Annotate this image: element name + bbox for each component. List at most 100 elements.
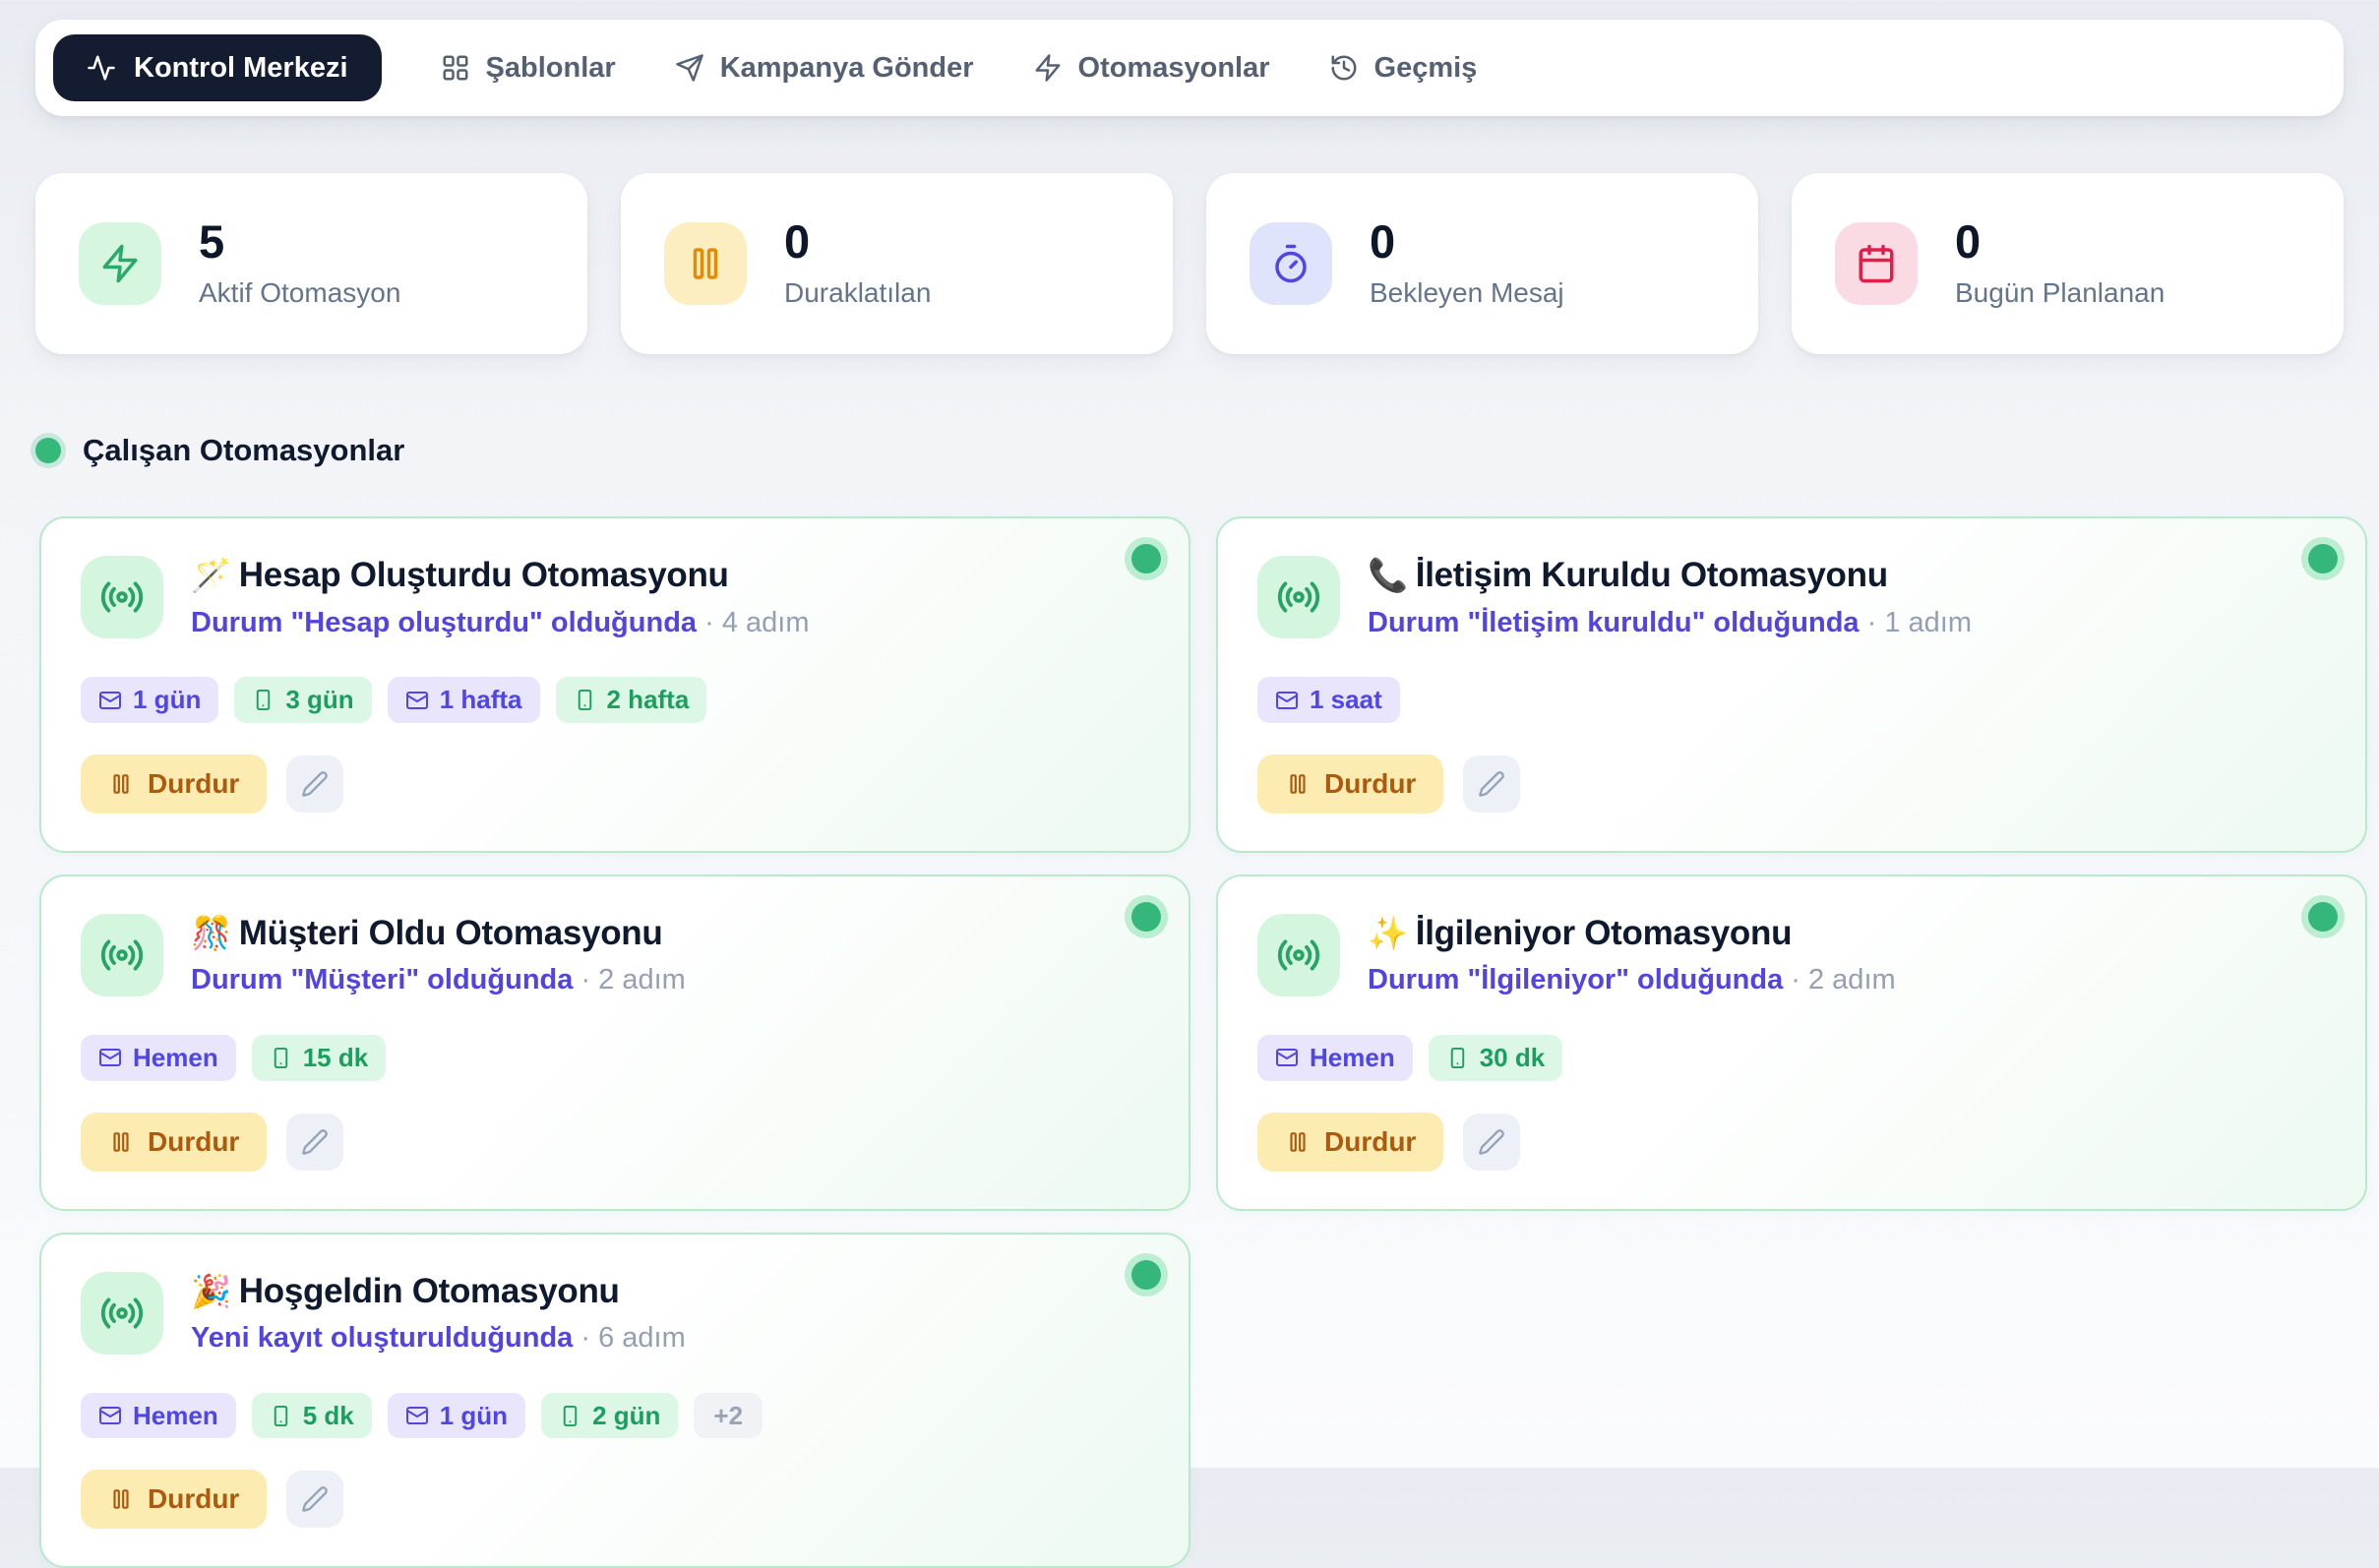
stat-value: 0 — [1370, 218, 1564, 266]
pause-icon — [1285, 1129, 1311, 1155]
badge-label: 30 dk — [1480, 1044, 1546, 1072]
mail-icon — [405, 689, 429, 712]
badge-label: 2 gün — [592, 1402, 660, 1430]
actions-row: Durdur — [81, 754, 1149, 814]
automation-emoji: ✨ — [1368, 915, 1408, 951]
automation-subtitle: Durum "İletişim kuruldu" olduğunda · 1 a… — [1368, 606, 1972, 640]
stat-label: Duraklatılan — [784, 277, 931, 309]
radio-icon-tile — [1257, 914, 1340, 996]
actions-row: Durdur — [1257, 754, 2326, 814]
radio-icon — [99, 574, 145, 620]
edit-button[interactable] — [1463, 1114, 1520, 1171]
more-badge: +2 — [694, 1393, 762, 1439]
edit-button[interactable] — [286, 1114, 343, 1171]
mail-icon — [98, 689, 122, 712]
stop-button[interactable]: Durdur — [1257, 1113, 1443, 1172]
edit-button[interactable] — [286, 755, 343, 813]
tab-gecmis[interactable]: Geçmiş — [1329, 52, 1478, 85]
pencil-icon — [1478, 1128, 1505, 1156]
stop-button[interactable]: Durdur — [1257, 754, 1443, 814]
running-automations-header: Çalışan Otomasyonlar — [35, 407, 2344, 493]
steps-text: · 1 adım — [1867, 607, 1972, 638]
mail-badge: 1 gün — [388, 1393, 525, 1439]
automation-emoji: 🎉 — [191, 1273, 231, 1309]
actions-row: Durdur — [81, 1470, 1149, 1529]
grid-icon — [441, 53, 470, 83]
trigger-text: Durum "Müşteri" olduğunda — [191, 964, 573, 995]
edit-button[interactable] — [286, 1471, 343, 1528]
timer-icon — [1270, 243, 1312, 284]
pause-icon — [108, 1129, 134, 1155]
stop-button[interactable]: Durdur — [81, 754, 267, 814]
pause-icon — [108, 1486, 134, 1512]
trigger-text: Durum "İletişim kuruldu" olduğunda — [1368, 607, 1860, 638]
calendar-icon — [1856, 243, 1897, 284]
mail-badge: 1 hafta — [388, 677, 540, 723]
edit-button[interactable] — [1463, 755, 1520, 813]
phone-icon — [270, 1405, 292, 1427]
zap-icon-tile — [79, 222, 161, 305]
send-icon — [675, 53, 704, 83]
stop-button-label: Durdur — [148, 1483, 239, 1515]
pause-icon — [1285, 771, 1311, 797]
history-icon — [1329, 53, 1359, 83]
stat-label: Aktif Otomasyon — [199, 277, 400, 309]
card-head: 🎊Müşteri Oldu Otomasyonu Durum "Müşteri"… — [81, 914, 1149, 997]
automation-subtitle: Durum "Müşteri" olduğunda · 2 adım — [191, 963, 686, 997]
stat-texts: 0 Bekleyen Mesaj — [1370, 218, 1564, 309]
automation-title: 🪄Hesap Oluşturdu Otomasyonu — [191, 556, 809, 595]
automation-cards-grid: 🪄Hesap Oluşturdu Otomasyonu Durum "Hesap… — [39, 516, 2367, 1568]
phone-badge: 2 hafta — [556, 677, 707, 723]
phone-badge: 2 gün — [541, 1393, 678, 1439]
calendar-icon-tile — [1835, 222, 1918, 305]
steps-text: · 6 adım — [580, 1322, 685, 1354]
radio-icon — [1276, 933, 1321, 978]
radio-icon — [1276, 574, 1321, 620]
stop-button-label: Durdur — [1324, 1126, 1416, 1158]
badge-label: 15 dk — [303, 1044, 369, 1072]
pause-icon-tile — [664, 222, 747, 305]
mail-badge: 1 saat — [1257, 677, 1400, 723]
zap-icon — [1033, 53, 1063, 83]
pause-icon — [685, 243, 726, 284]
tab-label: Şablonlar — [486, 52, 616, 85]
stop-button-label: Durdur — [148, 768, 239, 800]
automation-card-iletisim-kuruldu: 📞İletişim Kuruldu Otomasyonu Durum "İlet… — [1216, 516, 2367, 853]
card-texts: 🎉Hoşgeldin Otomasyonu Yeni kayıt oluştur… — [191, 1272, 686, 1356]
mail-icon — [98, 1046, 122, 1069]
tab-label: Kontrol Merkezi — [134, 52, 348, 85]
stat-card-duraklatilan: 0 Duraklatılan — [621, 173, 1173, 354]
card-head: 🎉Hoşgeldin Otomasyonu Yeni kayıt oluştur… — [81, 1272, 1149, 1356]
badge-label: 5 dk — [303, 1402, 354, 1430]
tab-label: Geçmiş — [1374, 52, 1478, 85]
badge-row: 1 saat — [1257, 677, 2326, 723]
radio-icon-tile — [1257, 556, 1340, 638]
card-texts: ✨İlgileniyor Otomasyonu Durum "İlgileniy… — [1368, 914, 1896, 997]
automation-subtitle: Yeni kayıt oluşturulduğunda · 6 adım — [191, 1321, 686, 1356]
tab-label: Kampanya Gönder — [720, 52, 974, 85]
automation-emoji: 📞 — [1368, 557, 1408, 593]
mail-badge: Hemen — [1257, 1035, 1413, 1081]
pencil-icon — [1478, 770, 1505, 798]
automation-title: 🎊Müşteri Oldu Otomasyonu — [191, 914, 686, 953]
tab-label: Otomasyonlar — [1078, 52, 1270, 85]
stat-texts: 5 Aktif Otomasyon — [199, 218, 400, 309]
badge-label: Hemen — [133, 1044, 218, 1072]
tab-sablonlar[interactable]: Şablonlar — [441, 52, 616, 85]
automation-title: ✨İlgileniyor Otomasyonu — [1368, 914, 1896, 953]
stat-label: Bugün Planlanan — [1955, 277, 2165, 309]
pencil-icon — [301, 1485, 329, 1513]
automation-title: 📞İletişim Kuruldu Otomasyonu — [1368, 556, 1972, 595]
badge-row: 1 gün3 gün1 hafta2 hafta — [81, 677, 1149, 723]
tab-kontrol-merkezi[interactable]: Kontrol Merkezi — [53, 34, 382, 101]
tab-otomasyonlar[interactable]: Otomasyonlar — [1033, 52, 1270, 85]
stop-button[interactable]: Durdur — [81, 1470, 267, 1529]
radio-icon-tile — [81, 1272, 163, 1355]
radio-icon — [99, 1291, 145, 1336]
stop-button[interactable]: Durdur — [81, 1113, 267, 1172]
tab-kampanya-gonder[interactable]: Kampanya Gönder — [675, 52, 974, 85]
phone-badge: 15 dk — [252, 1035, 387, 1081]
phone-badge: 30 dk — [1429, 1035, 1563, 1081]
trigger-text: Yeni kayıt oluşturulduğunda — [191, 1322, 573, 1354]
zap-icon — [99, 243, 141, 284]
